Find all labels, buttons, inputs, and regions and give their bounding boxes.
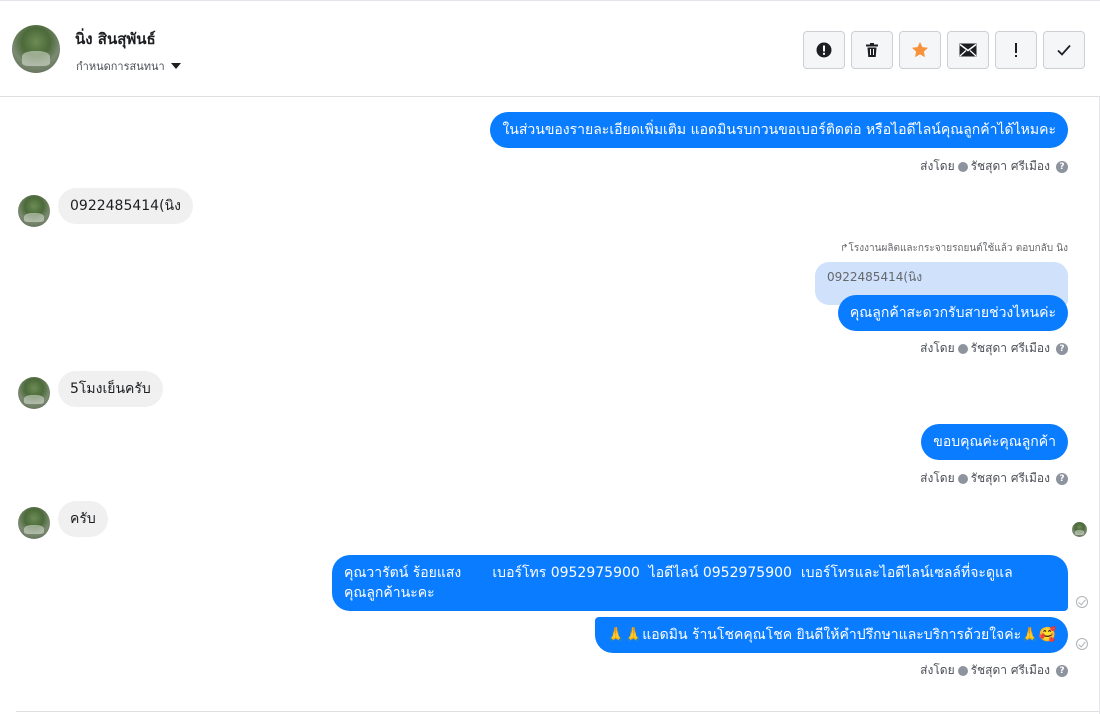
admin-badge-icon — [957, 161, 968, 172]
outgoing-message[interactable]: คุณลูกค้าสะดวกรับสายช่วงไหนค่ะ — [837, 295, 1068, 331]
delivered-check-icon — [1076, 638, 1088, 650]
admin-badge-icon — [957, 665, 968, 676]
message-thread[interactable]: ในส่วนของรายละเอียดเพิ่มเติม แอดมินรบกวน… — [0, 97, 1100, 714]
email-button[interactable] — [947, 31, 989, 69]
star-button[interactable] — [899, 31, 941, 69]
sent-by-label: ส่งโดย รัชสุดา ศรีเมือง ? — [920, 157, 1068, 176]
conversation-toolbar — [803, 31, 1085, 69]
sent-by-prefix: ส่งโดย — [920, 663, 955, 677]
checkmark-icon — [1057, 44, 1071, 56]
sender-avatar — [18, 195, 50, 227]
report-spam-button[interactable] — [803, 31, 845, 69]
sent-by-name[interactable]: รัชสุดา ศรีเมือง — [971, 469, 1050, 488]
delete-button[interactable] — [851, 31, 893, 69]
sent-by-label: ส่งโดย รัชสุดา ศรีเมือง ? — [920, 339, 1068, 358]
help-icon[interactable]: ? — [1056, 342, 1068, 355]
caret-down-icon — [170, 63, 181, 69]
mark-done-button[interactable] — [1043, 31, 1085, 69]
trash-icon — [866, 43, 878, 57]
message-line: คุณลูกค้านะคะ — [344, 585, 435, 601]
conversation-settings-label: กำหนดการสนทนา — [76, 60, 165, 73]
sent-by-name[interactable]: รัชสุดา ศรีเมือง — [971, 157, 1050, 176]
help-icon[interactable]: ? — [1056, 160, 1068, 173]
read-receipt-avatar — [1072, 522, 1087, 537]
envelope-icon — [959, 43, 977, 57]
star-icon — [912, 42, 928, 58]
sent-by-prefix: ส่งโดย — [920, 341, 955, 355]
alert-circle-icon — [816, 42, 832, 58]
sender-avatar — [18, 377, 50, 409]
message-line: คุณวารัตน์ ร้อยแสง เบอร์โทร 0952975900 ไ… — [344, 565, 1013, 581]
outgoing-message[interactable]: คุณวารัตน์ ร้อยแสง เบอร์โทร 0952975900 ไ… — [332, 555, 1068, 611]
admin-badge-icon — [957, 343, 968, 354]
help-icon[interactable]: ? — [1056, 664, 1068, 677]
conversation-settings-dropdown[interactable]: กำหนดการสนทนา — [76, 57, 181, 75]
sent-by-label: ส่งโดย รัชสุดา ศรีเมือง ? — [920, 469, 1068, 488]
sent-by-name[interactable]: รัชสุดา ศรีเมือง — [971, 339, 1050, 358]
mark-important-button[interactable] — [995, 31, 1037, 69]
contact-name[interactable]: นิ่ง สินสุพันธ์ — [75, 27, 156, 51]
reply-context-label: ↱โรงงานผลิตและกระจายรถยนต์ใช้แล้ว ตอบกลั… — [840, 243, 1068, 254]
incoming-message[interactable]: 5โมงเย็นครับ — [58, 371, 163, 407]
outgoing-message[interactable]: 🙏🙏แอดมิน ร้านโชคคุณโชค ยินดีให้คำปรึกษาแ… — [595, 617, 1068, 653]
delivered-check-icon — [1076, 596, 1088, 608]
exclamation-icon — [1015, 43, 1017, 57]
conversation-header: นิ่ง สินสุพันธ์ กำหนดการสนทนา — [0, 0, 1100, 97]
contact-avatar[interactable] — [12, 25, 60, 73]
sent-by-prefix: ส่งโดย — [920, 471, 955, 485]
outgoing-message[interactable]: ในส่วนของรายละเอียดเพิ่มเติม แอดมินรบกวน… — [490, 112, 1068, 148]
help-icon[interactable]: ? — [1056, 472, 1068, 485]
reply-context-text: โรงงานผลิตและกระจายรถยนต์ใช้แล้ว ตอบกลับ… — [848, 243, 1068, 254]
sent-by-label: ส่งโดย รัชสุดา ศรีเมือง ? — [920, 661, 1068, 680]
sent-by-name[interactable]: รัชสุดา ศรีเมือง — [971, 661, 1050, 680]
incoming-message[interactable]: ครับ — [58, 501, 108, 537]
sent-by-prefix: ส่งโดย — [920, 159, 955, 173]
outgoing-message[interactable]: ขอบคุณค่ะคุณลูกค้า — [921, 424, 1068, 460]
admin-badge-icon — [957, 473, 968, 484]
sender-avatar — [18, 507, 50, 539]
incoming-message[interactable]: 0922485414(นิง — [58, 188, 193, 224]
